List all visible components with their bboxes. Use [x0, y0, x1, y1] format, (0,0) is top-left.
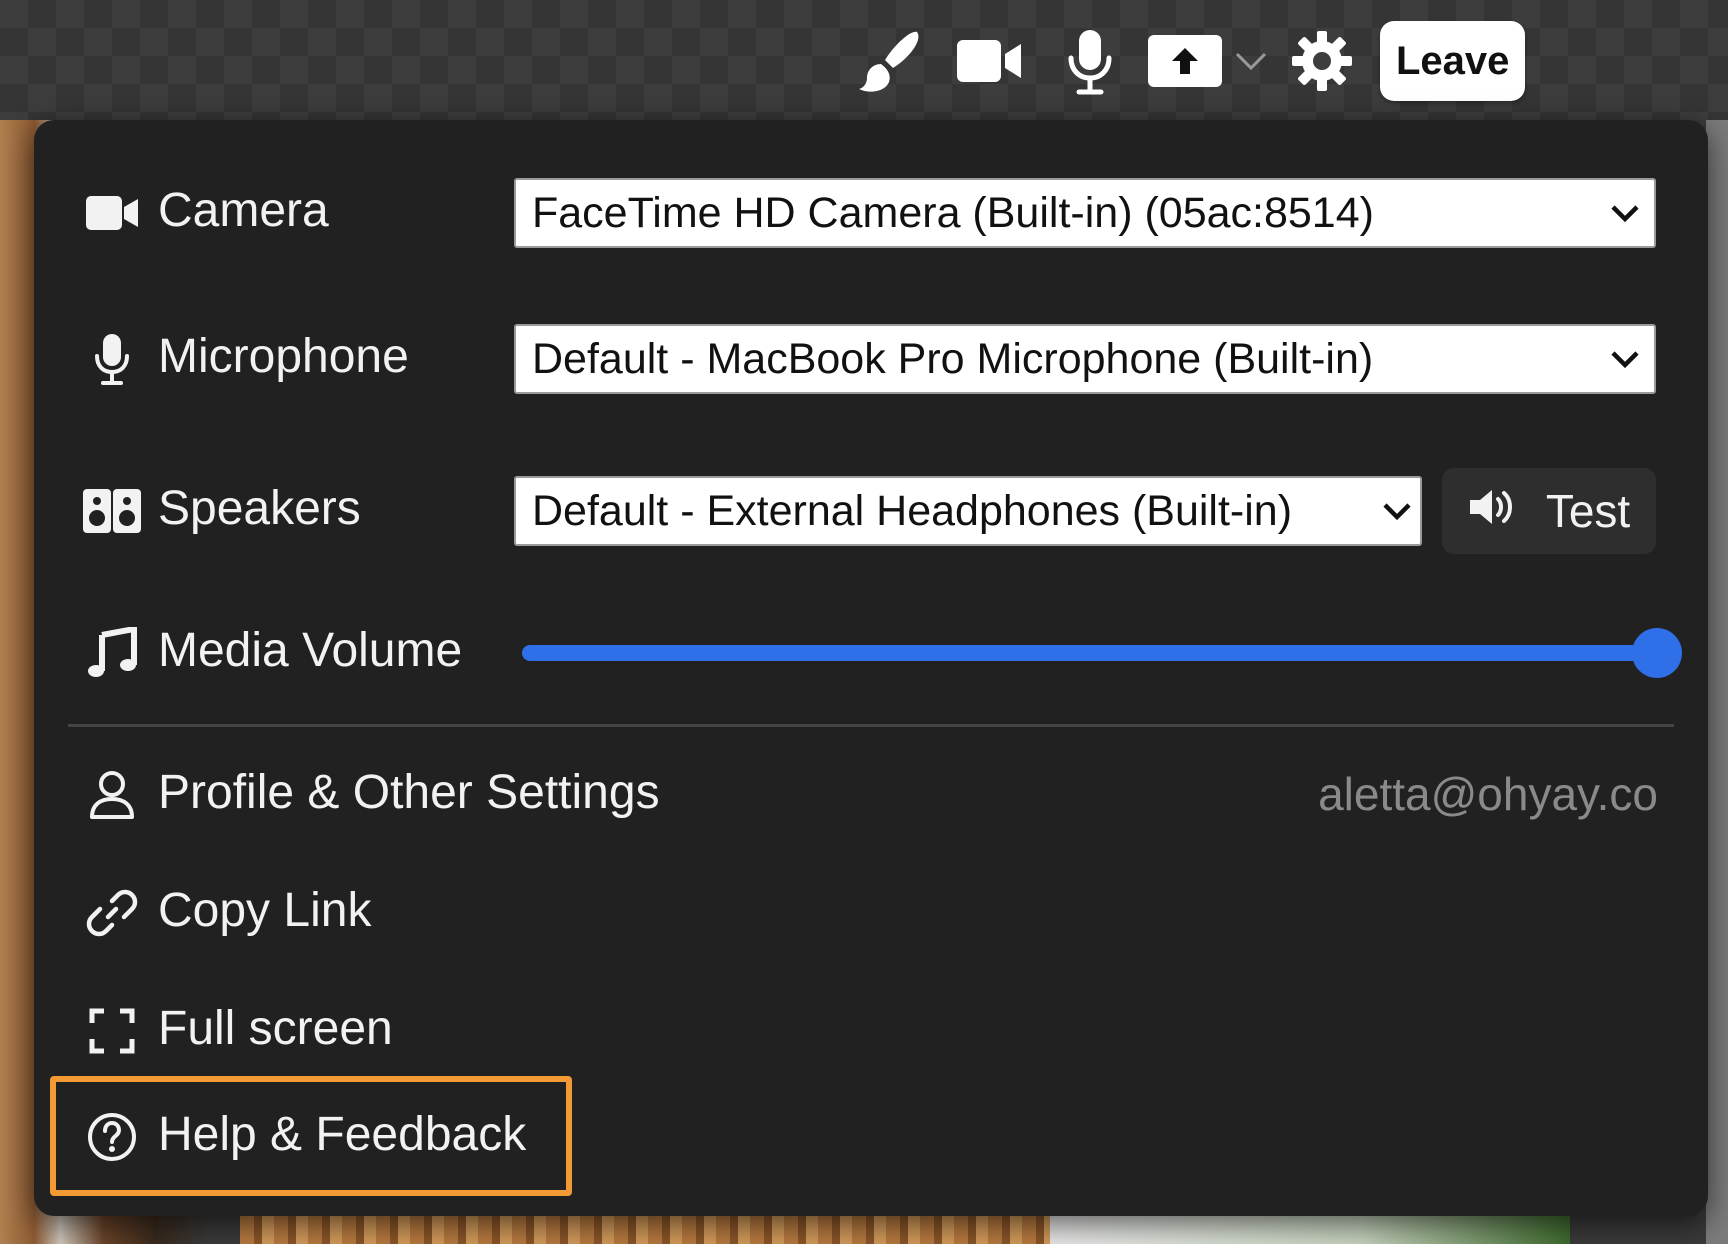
arrow-up-icon — [1172, 48, 1198, 74]
camera-select-value: FaceTime HD Camera (Built-in) (05ac:8514… — [532, 188, 1374, 237]
video-camera-icon[interactable] — [940, 18, 1040, 104]
help-circle-icon — [82, 1107, 142, 1167]
media-volume-label: Media Volume — [158, 624, 463, 677]
help-feedback-item[interactable]: Help & Feedback — [34, 1092, 1708, 1182]
leave-button[interactable]: Leave — [1380, 21, 1526, 101]
microphone-icon[interactable] — [1040, 18, 1140, 104]
meeting-toolbar: Leave — [840, 18, 1526, 104]
divider — [68, 724, 1674, 727]
link-icon — [82, 883, 142, 943]
speakers-label: Speakers — [158, 482, 361, 535]
camera-select[interactable]: FaceTime HD Camera (Built-in) (05ac:8514… — [514, 178, 1656, 248]
chevron-down-icon — [1610, 349, 1640, 369]
speakers-select[interactable]: Default - External Headphones (Built-in) — [514, 476, 1422, 546]
user-email: aletta@ohyay.co — [1318, 768, 1658, 820]
microphone-select-value: Default - MacBook Pro Microphone (Built-… — [532, 334, 1374, 383]
video-camera-icon — [82, 183, 142, 243]
user-icon — [82, 765, 142, 825]
settings-panel: Camera FaceTime HD Camera (Built-in) (05… — [34, 120, 1708, 1216]
speakers-select-value: Default - External Headphones (Built-in) — [532, 486, 1293, 535]
help-feedback-label: Help & Feedback — [158, 1108, 527, 1161]
test-label: Test — [1545, 485, 1631, 537]
full-screen-item[interactable]: Full screen — [34, 986, 1708, 1076]
paintbrush-icon[interactable] — [840, 18, 940, 104]
music-note-icon — [82, 623, 142, 683]
profile-settings-label: Profile & Other Settings — [158, 766, 660, 819]
camera-label: Camera — [158, 184, 329, 237]
speakers-row: Speakers Default - External Headphones (… — [34, 466, 1708, 556]
media-volume-row: Media Volume — [34, 608, 1708, 698]
copy-link-item[interactable]: Copy Link — [34, 868, 1708, 958]
microphone-select[interactable]: Default - MacBook Pro Microphone (Built-… — [514, 324, 1656, 394]
speakers-icon — [82, 481, 142, 541]
copy-link-label: Copy Link — [158, 884, 372, 937]
chevron-down-icon — [1610, 203, 1640, 223]
volume-up-icon — [1468, 484, 1518, 538]
backdrop-window — [1050, 1214, 1570, 1244]
slider-thumb[interactable] — [1632, 628, 1682, 678]
microphone-label: Microphone — [158, 330, 409, 383]
test-speakers-button[interactable]: Test — [1442, 468, 1656, 554]
share-screen-button[interactable] — [1148, 35, 1222, 87]
slider-fill — [522, 645, 1657, 661]
share-screen-group — [1148, 35, 1268, 87]
microphone-icon — [82, 329, 142, 389]
gear-icon[interactable] — [1282, 18, 1362, 104]
profile-settings-item[interactable]: Profile & Other Settings aletta@ohyay.co — [34, 750, 1708, 840]
backdrop-edge — [1706, 120, 1728, 1244]
fullscreen-icon — [82, 1001, 142, 1061]
chevron-down-icon[interactable] — [1234, 50, 1268, 72]
chevron-down-icon — [1382, 501, 1412, 521]
microphone-row: Microphone Default - MacBook Pro Microph… — [34, 314, 1708, 404]
camera-row: Camera FaceTime HD Camera (Built-in) (05… — [34, 168, 1708, 258]
full-screen-label: Full screen — [158, 1002, 393, 1055]
media-volume-slider[interactable] — [522, 628, 1682, 678]
